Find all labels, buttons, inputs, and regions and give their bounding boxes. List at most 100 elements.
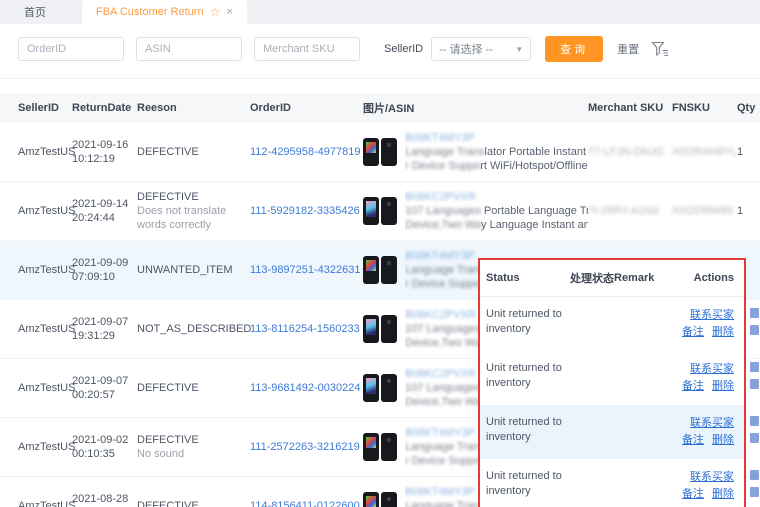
reason-code: UNWANTED_ITEM	[137, 263, 244, 277]
reason-note: No sound	[137, 447, 244, 461]
order-id-link[interactable]: 111-5929182-3335426	[250, 205, 360, 217]
actions-cell: 联系买家 备注 删除	[672, 361, 738, 395]
fba-customer-return-page: 首页 FBA Customer Return ☆ × SellerID -- 请…	[0, 0, 760, 507]
seller-id-cell: AmzTestUS	[18, 146, 72, 158]
qty-cell: 1	[737, 205, 760, 217]
return-time: 20:24:44	[72, 211, 137, 225]
product-images	[363, 492, 397, 507]
return-date-cell: 2021-09-02 00:10:35	[72, 433, 137, 461]
product-title-line1: 107 Languages Portable Language Translat…	[405, 204, 588, 218]
tab-home[interactable]: 首页	[0, 0, 70, 24]
product-photo-front	[363, 433, 379, 461]
delete-link[interactable]: 删除	[712, 326, 734, 338]
seller-id-label: SellerID	[384, 43, 423, 55]
product-photo-back	[381, 197, 397, 225]
product-photo-front	[363, 138, 379, 166]
clipped-link-fragment	[750, 325, 759, 335]
product-title-line2: Device,Two Way Language Instant and Voic…	[405, 218, 588, 232]
return-date: 2021-09-07	[72, 374, 137, 388]
order-id-cell: 113-9681492-0030224	[250, 382, 363, 394]
panel-row: Unit returned to inventory 联系买家 备注 删除	[480, 351, 744, 405]
seller-id-cell: AmzTestUS	[18, 382, 72, 394]
contact-buyer-link[interactable]: 联系买家	[690, 363, 734, 375]
order-id-cell: 111-2572263-3216219	[250, 441, 363, 453]
order-id-link[interactable]: 114-8156411-0122600	[250, 500, 360, 507]
merchant-sku-cell: 77-LFJN-DNJG	[588, 146, 672, 158]
product-photo-front	[363, 197, 379, 225]
product-photo-front	[363, 492, 379, 507]
tab-close-icon[interactable]: ×	[226, 6, 232, 18]
remark-link[interactable]: 备注	[682, 434, 704, 446]
reason-cell: DEFECTIVE	[137, 499, 250, 507]
tab-label: FBA Customer Return	[96, 6, 204, 18]
delete-link[interactable]: 删除	[712, 488, 734, 500]
order-id-input[interactable]	[18, 37, 124, 61]
col-actions: Actions	[672, 272, 738, 284]
product-photo-front	[363, 315, 379, 343]
product-title-line1: Language Translator Portable Instant Tra…	[405, 145, 588, 159]
favorite-star-icon[interactable]: ☆	[210, 5, 221, 19]
clipped-link-fragment	[750, 470, 759, 480]
table-header: SellerID ReturnDate Reeson OrderID 图片/AS…	[0, 93, 760, 123]
status-cell: Unit returned to inventory	[486, 415, 570, 449]
image-asin-cell: B08KT4MY3P Language Translator Portable …	[363, 131, 588, 173]
product-photo-back	[381, 433, 397, 461]
product-images	[363, 433, 397, 461]
order-id-link[interactable]: 113-9681492-0030224	[250, 382, 361, 394]
reason-code: NOT_AS_DESCRIBED	[137, 322, 244, 336]
merchant-sku-input[interactable]	[254, 37, 360, 61]
product-images	[363, 256, 397, 284]
query-button[interactable]: 查询	[545, 36, 603, 62]
return-date: 2021-09-16	[72, 138, 137, 152]
order-id-cell: 114-8156411-0122600	[250, 500, 363, 507]
contact-buyer-link[interactable]: 联系买家	[690, 309, 734, 321]
delete-link[interactable]: 删除	[712, 380, 734, 392]
reason-code: DEFECTIVE	[137, 433, 244, 447]
product-photo-front	[363, 374, 379, 402]
status-actions-panel: Status 处理状态 Remark Actions Unit returned…	[478, 258, 746, 507]
status-cell: Unit returned to inventory	[486, 469, 570, 503]
reason-note: Does not translate words correctly	[137, 204, 244, 232]
col-image-asin: 图片/ASIN	[363, 100, 588, 116]
status-cell: Unit returned to inventory	[486, 307, 570, 341]
contact-buyer-link[interactable]: 联系买家	[690, 471, 734, 483]
asin-link[interactable]: B08KT4MY3P	[405, 131, 588, 145]
remark-link[interactable]: 备注	[682, 326, 704, 338]
asin-input[interactable]	[136, 37, 242, 61]
tab-fba-customer-return[interactable]: FBA Customer Return ☆ ×	[82, 0, 247, 24]
reset-button[interactable]: 重置	[617, 41, 639, 57]
return-date: 2021-09-02	[72, 433, 137, 447]
handle-state-remark-cell	[570, 415, 672, 449]
asin-link[interactable]: B08KC2PVXR	[405, 190, 588, 204]
order-id-link[interactable]: 111-2572263-3216219	[250, 441, 360, 453]
return-time: 10:12:19	[72, 152, 137, 166]
delete-link[interactable]: 删除	[712, 434, 734, 446]
contact-buyer-link[interactable]: 联系买家	[690, 417, 734, 429]
clipped-link-fragment	[750, 308, 759, 318]
return-date-cell: 2021-09-07 00:20:57	[72, 374, 137, 402]
product-photo-back	[381, 315, 397, 343]
return-date: 2021-09-07	[72, 315, 137, 329]
reason-cell: NOT_AS_DESCRIBED	[137, 322, 250, 336]
fnsku-cell: X0I2RAH8YL	[672, 146, 737, 158]
order-id-link[interactable]: 112-4295958-4977819	[250, 146, 361, 158]
remark-link[interactable]: 备注	[682, 380, 704, 392]
order-id-link[interactable]: 113-8116254-1560233	[250, 323, 360, 335]
remark-link[interactable]: 备注	[682, 488, 704, 500]
seller-id-cell: AmzTestUS	[18, 205, 72, 217]
panel-header: Status 处理状态 Remark Actions	[480, 260, 744, 297]
seller-id-select[interactable]: -- 请选择 -- ▼	[431, 37, 531, 61]
reason-code: DEFECTIVE	[137, 190, 244, 204]
product-images	[363, 197, 397, 225]
order-id-link[interactable]: 113-9897251-4322631	[250, 264, 361, 276]
select-value: -- 请选择 --	[439, 41, 493, 57]
return-date: 2021-09-14	[72, 197, 137, 211]
fnsku-cell: X0I2DRW89	[672, 205, 737, 217]
table-row[interactable]: AmzTestUS 2021-09-16 10:12:19 DEFECTIVE …	[0, 123, 760, 182]
panel-row: Unit returned to inventory 联系买家 备注 删除	[480, 459, 744, 507]
table-row[interactable]: AmzTestUS 2021-09-14 20:24:44 DEFECTIVE …	[0, 182, 760, 241]
col-merchant-sku: Merchant SKU	[588, 102, 672, 114]
actions-cell: 联系买家 备注 删除	[672, 307, 738, 341]
filter-funnel-icon[interactable]	[651, 41, 669, 57]
seller-id-cell: AmzTestUS	[18, 500, 72, 507]
